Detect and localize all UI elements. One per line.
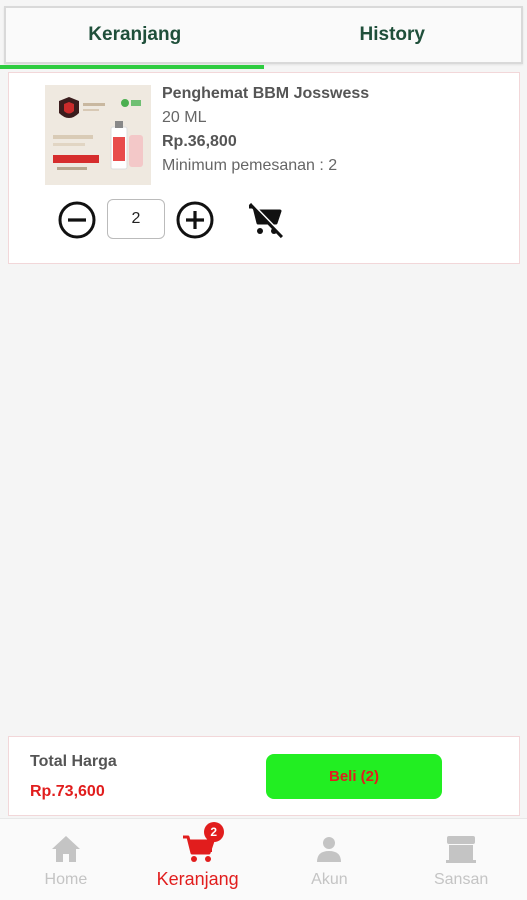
- nav-item-sansan[interactable]: Sansan: [395, 819, 527, 900]
- active-tab-indicator: [0, 65, 264, 69]
- buy-button[interactable]: Beli (2): [266, 754, 442, 799]
- increase-quantity-button[interactable]: [175, 200, 215, 240]
- plus-circle-icon: [176, 201, 214, 239]
- minus-circle-icon: [58, 201, 96, 239]
- product-name: Penghemat BBM Josswess: [162, 85, 370, 102]
- tab-keranjang[interactable]: Keranjang: [6, 8, 264, 62]
- nav-item-keranjang[interactable]: 2 Keranjang: [132, 819, 264, 900]
- product-image: [45, 85, 151, 185]
- nav-label-home: Home: [44, 871, 88, 888]
- top-tabs: Keranjang History: [4, 6, 523, 64]
- nav-item-akun[interactable]: Akun: [264, 819, 396, 900]
- total-value: Rp.73,600: [30, 783, 105, 800]
- minimum-order-text: Minimum pemesanan : 2: [162, 157, 338, 174]
- total-label: Total Harga: [30, 753, 117, 770]
- product-volume: 20 ML: [162, 109, 207, 126]
- remove-cart-icon: [248, 202, 285, 239]
- home-icon: [51, 836, 80, 862]
- tab-history[interactable]: History: [264, 8, 522, 62]
- product-price: Rp.36,800: [162, 133, 237, 150]
- nav-label-keranjang: Keranjang: [156, 869, 239, 889]
- checkout-summary: Total Harga Rp.73,600 Beli (2): [8, 736, 520, 816]
- quantity-input[interactable]: [107, 199, 165, 239]
- nav-item-home[interactable]: Home: [0, 819, 132, 900]
- bottom-navigation: Home 2 Keranjang Akun Sansan: [0, 818, 527, 900]
- decrease-quantity-button[interactable]: [57, 200, 97, 240]
- cart-item-card: Penghemat BBM Josswess 20 ML Rp.36,800 M…: [8, 72, 520, 264]
- cart-count-badge: 2: [203, 822, 224, 842]
- remove-from-cart-button[interactable]: [245, 201, 285, 239]
- nav-label-akun: Akun: [311, 871, 348, 888]
- store-icon: [446, 836, 477, 863]
- person-icon: [317, 837, 342, 862]
- nav-label-sansan: Sansan: [433, 871, 489, 888]
